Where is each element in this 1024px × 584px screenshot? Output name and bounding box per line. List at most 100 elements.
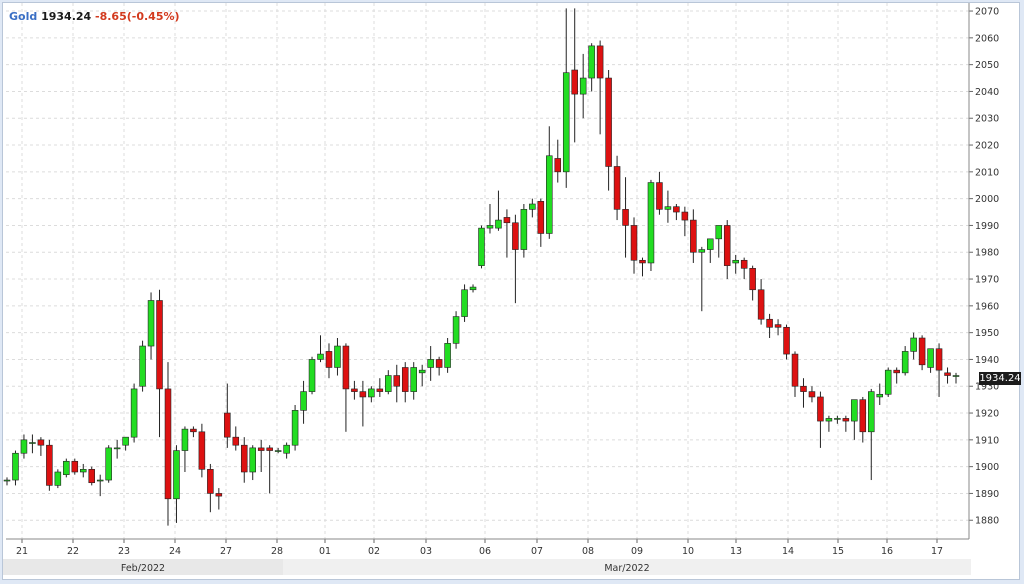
candle-body — [596, 45, 604, 79]
candle-body — [859, 399, 867, 433]
candle-body — [605, 77, 612, 167]
candle[interactable] — [478, 225, 485, 269]
candle[interactable] — [647, 179, 655, 271]
price-value: 1934.24 — [41, 10, 92, 23]
candle[interactable] — [918, 335, 926, 371]
x-tick-label: 02 — [368, 546, 380, 557]
x-tick-label: 27 — [220, 546, 232, 557]
y-tick-label: 1970 — [975, 275, 999, 286]
candle-body — [325, 351, 333, 368]
candle-body — [198, 431, 206, 470]
candle-body — [512, 222, 519, 250]
candle-body — [562, 72, 570, 173]
candle-body — [461, 289, 468, 317]
x-tick-label: 14 — [782, 546, 794, 557]
candle[interactable] — [46, 439, 53, 491]
candle-body — [740, 259, 748, 269]
candle-body — [12, 452, 19, 481]
candle-body — [774, 324, 782, 328]
candle-body — [240, 444, 248, 473]
candle-body — [927, 348, 934, 368]
candle-body — [529, 203, 536, 210]
candle-body — [224, 412, 231, 438]
candle[interactable] — [444, 338, 451, 373]
x-tick-label: 08 — [582, 546, 594, 557]
candle-body — [266, 447, 273, 451]
candle-body — [215, 493, 223, 497]
candle-body — [334, 345, 341, 368]
x-tick-label: 10 — [682, 546, 694, 557]
candle-body — [274, 450, 282, 452]
candle-body — [393, 375, 401, 387]
candle-body — [910, 337, 917, 352]
candle[interactable] — [139, 340, 146, 392]
candle-body — [918, 337, 926, 366]
candle-body — [452, 316, 460, 344]
y-tick-label: 2040 — [975, 87, 999, 98]
y-tick-label: 2030 — [975, 114, 999, 125]
x-tick-label: 09 — [631, 546, 643, 557]
candle-body — [71, 460, 79, 473]
candle-body — [46, 444, 53, 486]
candle-body — [901, 351, 909, 374]
x-tick-label: 03 — [420, 546, 432, 557]
candle-body — [588, 45, 595, 79]
candle-body — [427, 359, 434, 368]
candle-body — [232, 436, 240, 446]
candle-body — [469, 286, 477, 291]
candle[interactable] — [105, 445, 112, 483]
candle[interactable] — [63, 458, 70, 478]
candle-body — [317, 353, 324, 360]
y-tick-label: 2010 — [975, 167, 999, 178]
candle[interactable] — [12, 450, 19, 486]
candle-body — [478, 227, 485, 266]
candle-body — [105, 447, 112, 481]
candle[interactable] — [884, 367, 892, 397]
candle-body — [207, 469, 214, 494]
candle-body — [630, 225, 638, 261]
candle-body — [622, 209, 629, 226]
candle-body — [283, 444, 290, 454]
candle-body — [842, 418, 850, 422]
candle-body — [783, 326, 790, 355]
candle[interactable] — [783, 324, 790, 360]
candle-body — [800, 385, 807, 392]
candle[interactable] — [130, 383, 138, 443]
last-price-tag: 1934.24 — [979, 372, 1021, 385]
candlestick-chart[interactable]: 1880189019001910192019301940195019601970… — [3, 3, 1021, 581]
candle-body — [817, 396, 824, 422]
candle-body — [410, 367, 417, 392]
candle-body — [834, 418, 841, 420]
candle-body — [29, 442, 36, 444]
candle[interactable] — [198, 423, 206, 478]
plot-area — [6, 3, 969, 539]
candle[interactable] — [461, 284, 468, 322]
y-tick-label: 2070 — [975, 7, 999, 18]
candle-body — [503, 217, 511, 224]
candle[interactable] — [88, 466, 95, 486]
candle[interactable] — [71, 458, 79, 475]
x-tick-label: 28 — [271, 546, 283, 557]
candle-body — [579, 77, 587, 95]
candle[interactable] — [54, 469, 62, 489]
candle-body — [37, 439, 45, 446]
candle-body — [825, 418, 833, 422]
candle-body — [156, 300, 163, 390]
candle[interactable] — [291, 405, 299, 451]
candle-body — [54, 471, 62, 486]
symbol-label: Gold — [9, 10, 38, 23]
candle[interactable] — [520, 204, 528, 258]
candle-body — [291, 410, 299, 446]
candle-body — [546, 155, 553, 234]
candle[interactable] — [308, 356, 316, 395]
candle-body — [690, 219, 697, 253]
candle-body — [385, 375, 392, 392]
x-tick-label: 23 — [118, 546, 130, 557]
candle-body — [368, 388, 375, 398]
candle-body — [113, 447, 121, 450]
candle[interactable] — [452, 311, 460, 349]
candle-body — [537, 201, 545, 234]
candle-body — [732, 259, 739, 264]
y-tick-label: 1990 — [975, 221, 999, 232]
candle-body — [147, 300, 155, 347]
